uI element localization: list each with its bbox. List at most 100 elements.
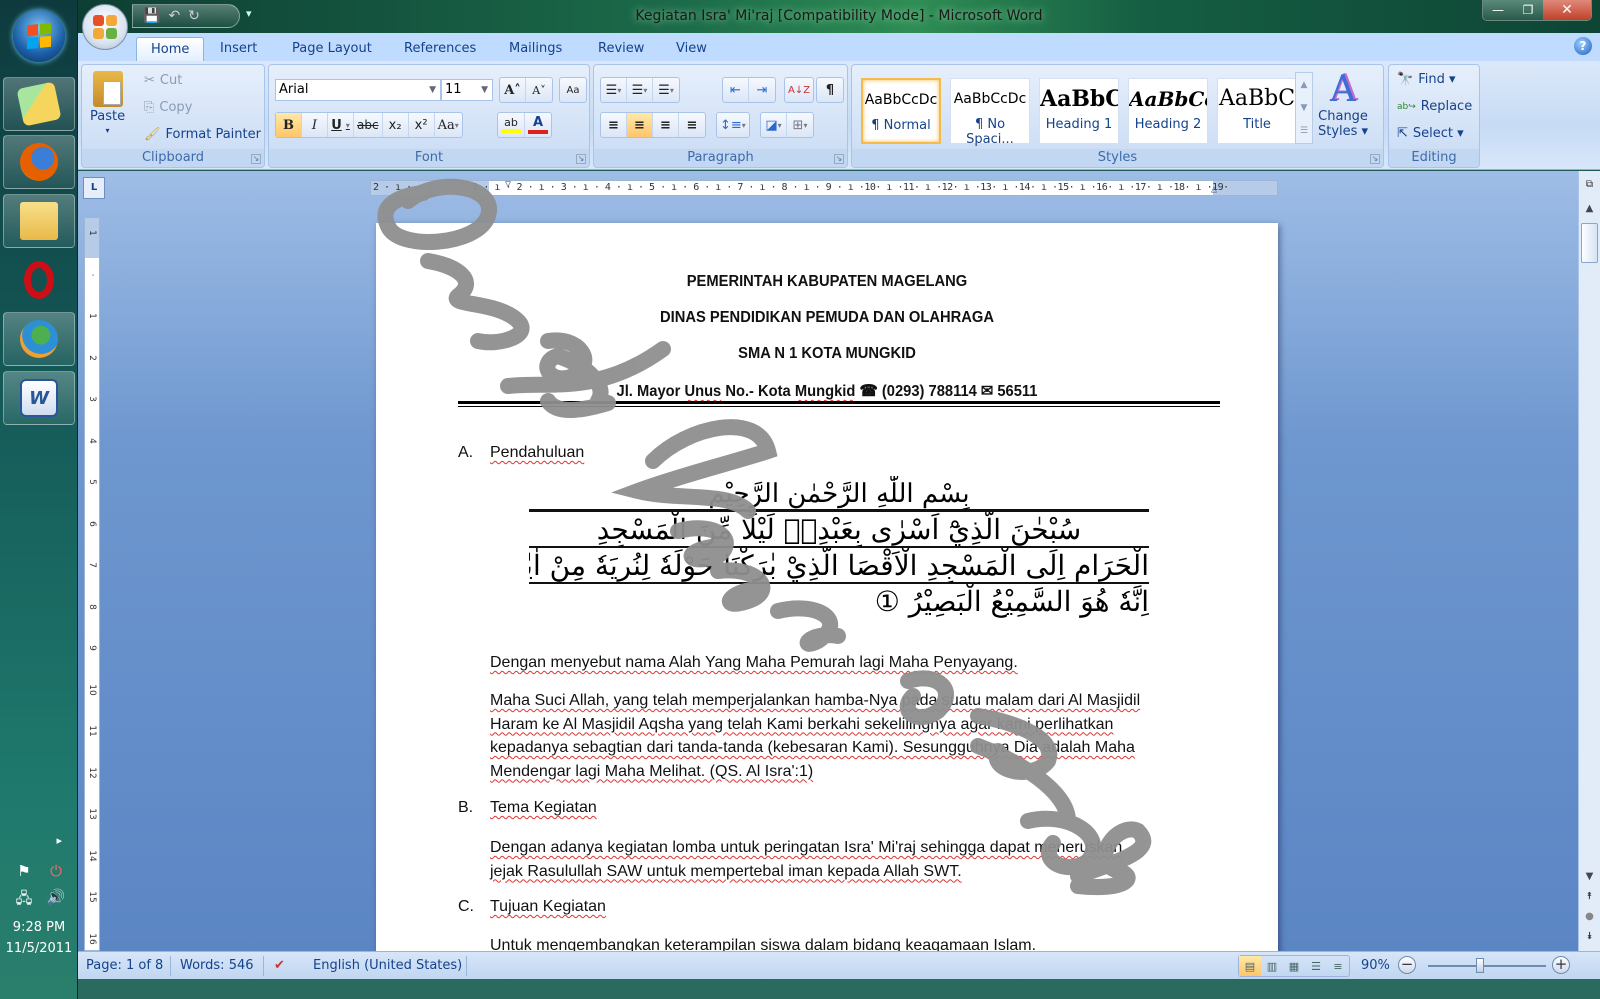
taskbar-windows-explorer[interactable]	[3, 194, 75, 248]
power-icon[interactable]: ⏻	[44, 862, 68, 880]
tab-review[interactable]: Review	[584, 37, 658, 61]
select-button[interactable]: ⇱ Select ▾	[1397, 126, 1464, 141]
show-formatting-marks-button[interactable]: ¶	[817, 78, 843, 102]
document-page[interactable]: PEMERINTAH KABUPATEN MAGELANG DINAS PEND…	[376, 223, 1278, 963]
line-spacing-button[interactable]: ↕≡ ▾	[717, 113, 749, 137]
vertical-ruler[interactable]: 1 · 1 2 3 4 5 6 7 8 9 10 11 12 13 14 15 16	[84, 217, 100, 951]
center-button[interactable]: ≡	[627, 113, 653, 137]
web-layout-view-button[interactable]: ▦	[1283, 956, 1305, 976]
text-highlight-button[interactable]: ab	[498, 113, 525, 137]
help-icon[interactable]: ?	[1574, 37, 1592, 55]
vertical-scrollbar[interactable]: ⧉ ▲ ▼ ⯭ ● ⯯	[1578, 171, 1600, 951]
view-ruler-toggle-icon[interactable]: ⧉	[1581, 179, 1598, 190]
justify-button[interactable]: ≡	[679, 113, 705, 137]
align-right-button[interactable]: ≡	[653, 113, 679, 137]
font-color-button[interactable]: A	[525, 113, 551, 137]
paragraph-dialog-launcher[interactable]: ↘	[834, 154, 844, 164]
multilevel-list-button[interactable]: ☰ ▾	[653, 78, 679, 102]
sort-button[interactable]: A↓Z	[785, 78, 813, 102]
minimize-button[interactable]: —	[1483, 0, 1513, 20]
clear-formatting-button[interactable]: Aa	[560, 78, 586, 102]
numbering-button[interactable]: ☰ ▾	[627, 78, 653, 102]
office-button[interactable]	[82, 4, 128, 50]
right-indent-marker[interactable]: △	[1211, 183, 1217, 195]
style-heading-2[interactable]: AaBbCcHeading 2	[1128, 78, 1208, 144]
tab-selector[interactable]: L	[83, 177, 105, 199]
font-size-combobox[interactable]: 11 ▼	[441, 79, 493, 101]
show-hidden-icons-button[interactable]: ▸	[0, 834, 78, 847]
superscript-button[interactable]: x²	[409, 113, 435, 137]
restore-button[interactable]: ❐	[1513, 0, 1543, 20]
taskbar-microsoft-word[interactable]: W	[3, 371, 75, 425]
start-button[interactable]	[13, 10, 65, 62]
styles-dialog-launcher[interactable]: ↘	[1370, 154, 1380, 164]
replace-button[interactable]: ab↪ Replace	[1397, 99, 1472, 114]
scrollbar-thumb[interactable]	[1581, 223, 1598, 263]
tab-mailings[interactable]: Mailings	[495, 37, 576, 61]
word-count[interactable]: Words: 546	[180, 957, 254, 975]
print-layout-view-button[interactable]: ▤	[1239, 956, 1261, 976]
next-page-button[interactable]: ⯯	[1581, 931, 1598, 942]
find-button[interactable]: 🔭 Find ▾	[1397, 72, 1455, 87]
change-styles-button[interactable]: A Change Styles ▾	[1318, 71, 1368, 140]
copy-button[interactable]: ⎘ Copy	[144, 100, 192, 115]
bold-button[interactable]: B	[276, 113, 302, 137]
select-browse-object-button[interactable]: ●	[1581, 911, 1598, 922]
grow-font-button[interactable]: A˄	[500, 78, 526, 102]
previous-page-button[interactable]: ⯭	[1581, 891, 1598, 902]
draft-view-button[interactable]: ≡	[1327, 956, 1349, 976]
first-line-indent-marker[interactable]: ▽	[505, 181, 511, 192]
tab-view[interactable]: View	[662, 37, 721, 61]
style-normal[interactable]: AaBbCcDc ¶ Normal	[861, 78, 941, 144]
bullets-button[interactable]: ☰ ▾	[601, 78, 627, 102]
volume-icon[interactable]: 🔊	[44, 888, 68, 913]
increase-indent-button[interactable]: ⇥	[749, 78, 775, 102]
gallery-up-icon[interactable]: ▲	[1301, 80, 1308, 90]
style-no-spacing[interactable]: AaBbCcDc ¶ No Spaci...	[950, 78, 1030, 147]
style-title[interactable]: AaBbC Title	[1217, 78, 1297, 144]
tab-references[interactable]: References	[390, 37, 490, 61]
align-left-button[interactable]: ≡	[601, 113, 627, 137]
zoom-slider-thumb[interactable]	[1476, 958, 1485, 973]
font-name-combobox[interactable]: Arial ▼	[275, 79, 441, 101]
decrease-indent-button[interactable]: ⇤	[723, 78, 749, 102]
clock-date[interactable]: 11/5/2011	[0, 941, 78, 956]
styles-gallery-scroll[interactable]: ▲ ▼ ☰	[1295, 72, 1313, 144]
shading-button[interactable]: ◪ ▾	[761, 113, 787, 137]
page-count[interactable]: Page: 1 of 8	[86, 957, 163, 975]
tab-home[interactable]: Home	[136, 37, 205, 61]
strikethrough-button[interactable]: abc	[354, 113, 383, 137]
paste-button[interactable]: Paste ▾	[90, 71, 125, 135]
zoom-level[interactable]: 90%	[1361, 957, 1390, 975]
clipboard-dialog-launcher[interactable]: ↘	[251, 154, 261, 164]
clock-time[interactable]: 9:28 PM	[0, 920, 78, 935]
scroll-up-button[interactable]: ▲	[1581, 203, 1598, 214]
tab-page-layout[interactable]: Page Layout	[278, 37, 386, 61]
taskbar-sticky-notes[interactable]	[3, 77, 75, 131]
gallery-more-icon[interactable]: ☰	[1300, 126, 1308, 136]
taskbar-download-manager[interactable]	[3, 312, 75, 366]
full-screen-reading-view-button[interactable]: ▥	[1261, 956, 1283, 976]
network-icon[interactable]: 🖧	[12, 888, 36, 913]
gallery-down-icon[interactable]: ▼	[1301, 103, 1308, 113]
shrink-font-button[interactable]: A˅	[526, 78, 552, 102]
zoom-slider[interactable]	[1428, 958, 1546, 973]
zoom-out-button[interactable]: −	[1398, 956, 1416, 974]
borders-button[interactable]: ⊞ ▾	[787, 113, 813, 137]
tab-insert[interactable]: Insert	[206, 37, 271, 61]
cut-button[interactable]: ✂ Cut	[144, 73, 182, 88]
action-center-flag-icon[interactable]: ⚑	[12, 862, 36, 880]
horizontal-ruler[interactable]: 2 · ı · · · · · · 1 · ı · 2 · ı · 3 · ı …	[370, 180, 1278, 196]
underline-button[interactable]: U ▾	[328, 113, 354, 137]
language-indicator[interactable]: English (United States)	[313, 957, 462, 975]
style-heading-1[interactable]: AaBbC Heading 1	[1039, 78, 1119, 144]
subscript-button[interactable]: x₂	[383, 113, 409, 137]
taskbar-opera[interactable]	[3, 253, 75, 307]
font-dialog-launcher[interactable]: ↘	[576, 154, 586, 164]
italic-button[interactable]: I	[302, 113, 328, 137]
close-button[interactable]: ✕	[1543, 0, 1591, 20]
outline-view-button[interactable]: ☰	[1305, 956, 1327, 976]
proofing-errors-icon[interactable]: ✔	[274, 957, 285, 975]
zoom-in-button[interactable]: +	[1552, 956, 1570, 974]
scroll-down-button[interactable]: ▼	[1581, 871, 1598, 882]
